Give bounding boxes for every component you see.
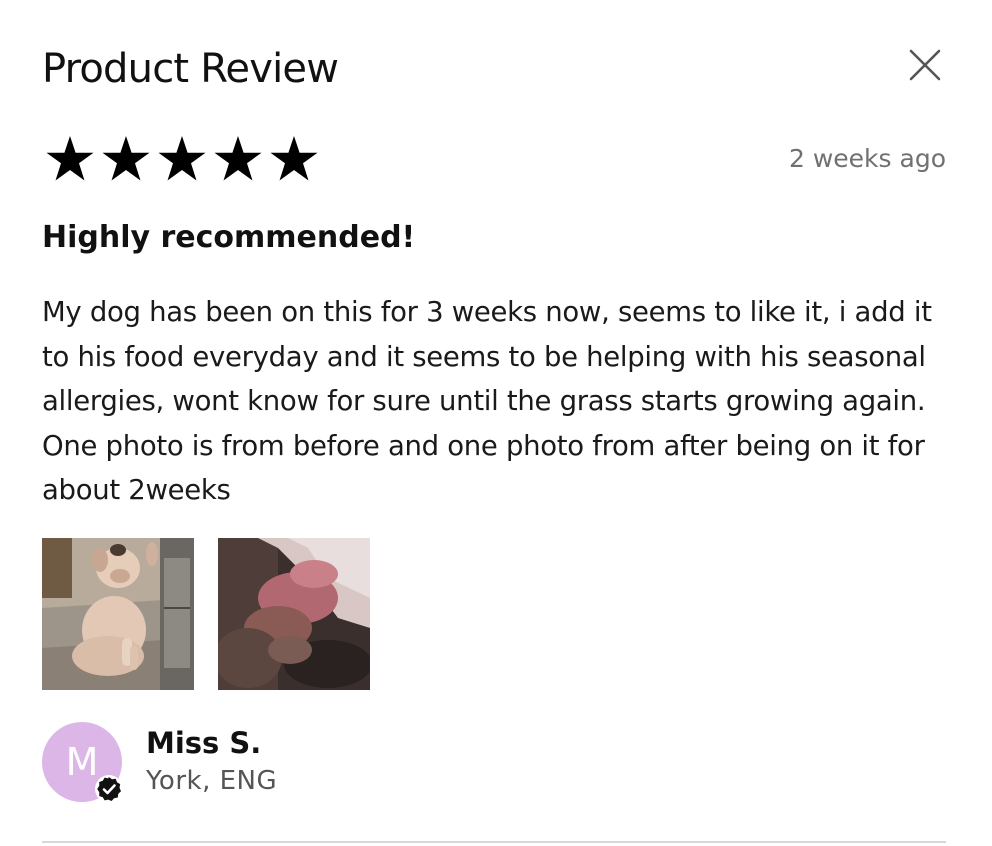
star-rating	[42, 132, 322, 188]
star-icon	[214, 136, 262, 181]
rating-row: 2 weeks ago	[42, 132, 946, 188]
review-title: Highly recommended!	[42, 220, 416, 255]
star-icon	[158, 136, 206, 181]
dog-photo-before[interactable]	[42, 538, 194, 690]
review-photos	[42, 538, 370, 690]
dog-photo-after[interactable]	[218, 538, 370, 690]
review-date: 2 weeks ago	[789, 144, 946, 173]
verified-badge-icon	[95, 775, 123, 803]
author-name: Miss S.	[146, 726, 262, 760]
star-icon	[270, 136, 318, 181]
star-icon	[102, 136, 150, 181]
close-icon	[909, 49, 941, 81]
author-location: York, ENG	[146, 766, 278, 796]
review-body: My dog has been on this for 3 weeks now,…	[42, 296, 932, 507]
divider	[42, 841, 946, 843]
modal-header: Product Review	[42, 44, 946, 104]
review-author: M Miss S. York, ENG	[42, 722, 642, 804]
close-button[interactable]	[908, 48, 942, 82]
modal-title: Product Review	[42, 46, 339, 92]
review-modal: Product Review 2 weeks ago Highly recomm…	[0, 0, 992, 846]
star-icon	[46, 136, 94, 181]
